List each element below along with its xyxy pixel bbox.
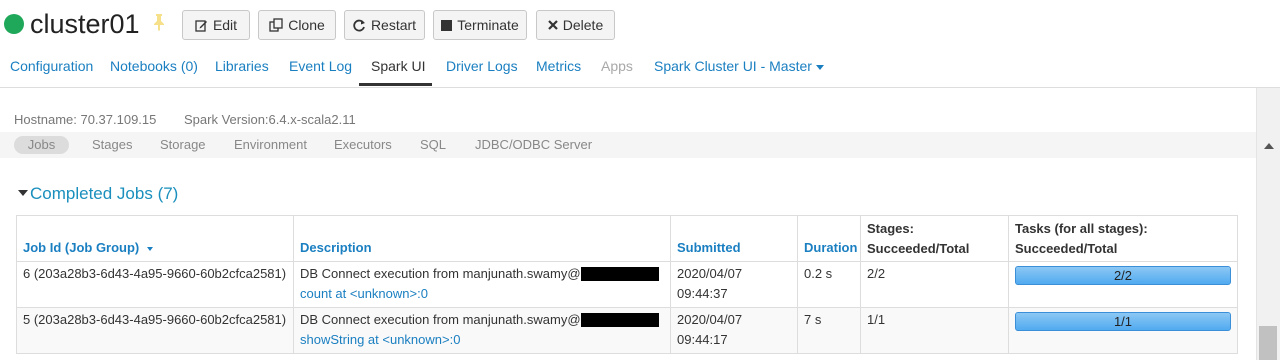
spark-nav-jobs[interactable]: Jobs (14, 136, 69, 154)
delete-button[interactable]: Delete (536, 10, 615, 40)
col-header-duration[interactable]: Duration (797, 215, 861, 262)
description-text: DB Connect execution from manjunath.swam… (300, 264, 664, 284)
col-header-tasks-line2: Succeeded/Total (1015, 241, 1118, 256)
tasks-cell: 2/2 (1008, 261, 1238, 308)
table-row: 5 (203a28b3-6d43-4a95-9660-60b2cfca2581)… (16, 307, 1238, 354)
col-header-submitted[interactable]: Submitted (670, 215, 798, 262)
cluster-status-indicator (4, 14, 24, 34)
scrollbar-thumb[interactable] (1259, 326, 1277, 360)
chevron-down-icon (815, 64, 824, 70)
scroll-up-arrow-icon[interactable] (1264, 143, 1274, 149)
submitted-date: 2020/04/07 (677, 266, 743, 281)
tab-spark-cluster-ui-label: Spark Cluster UI - Master (654, 58, 812, 74)
hostname-text: Hostname: 70.37.109.15 (14, 112, 157, 127)
stop-icon (441, 19, 453, 31)
tab-apps: Apps (601, 58, 633, 74)
completed-jobs-table: Job Id (Job Group) Description Submitted… (16, 215, 1238, 354)
tasks-cell: 1/1 (1008, 307, 1238, 354)
delete-button-label: Delete (562, 17, 604, 33)
clone-button[interactable]: Clone (258, 10, 336, 40)
description-cell: DB Connect execution from manjunath.swam… (293, 261, 671, 308)
job-id-cell: 5 (203a28b3-6d43-4a95-9660-60b2cfca2581) (16, 307, 294, 354)
cluster-header: cluster01 Edit Clone Restart Terminate D… (0, 0, 1280, 48)
edit-button-label: Edit (212, 17, 238, 33)
table-header-row: Job Id (Job Group) Description Submitted… (16, 215, 1238, 262)
close-icon (547, 20, 558, 30)
col-header-tasks: Tasks (for all stages): Succeeded/Total (1008, 215, 1238, 262)
stages-cell: 1/1 (860, 307, 1009, 354)
clone-icon (269, 18, 283, 32)
description-text-label: DB Connect execution from manjunath.swam… (300, 266, 581, 281)
description-text: DB Connect execution from manjunath.swam… (300, 310, 664, 330)
redacted-block (580, 266, 659, 281)
vertical-scrollbar[interactable] (1256, 88, 1280, 360)
duration-cell: 0.2 s (797, 261, 861, 308)
tasks-progress-label: 2/2 (1113, 268, 1133, 283)
job-id-cell: 6 (203a28b3-6d43-4a95-9660-60b2cfca2581) (16, 261, 294, 308)
tasks-progress-bar: 1/1 (1015, 312, 1231, 331)
tab-spark-ui[interactable]: Spark UI (371, 58, 425, 74)
edit-icon (195, 19, 208, 32)
col-header-stages-line2: Succeeded/Total (867, 241, 970, 256)
terminate-button-label: Terminate (457, 17, 519, 33)
tab-spark-cluster-ui-dropdown[interactable]: Spark Cluster UI - Master (654, 58, 824, 74)
job-detail-link[interactable]: count at <unknown>:0 (300, 284, 664, 304)
submitted-time: 09:44:17 (677, 332, 728, 347)
redacted-block (580, 312, 659, 327)
edit-button[interactable]: Edit (182, 10, 250, 40)
col-header-job-id[interactable]: Job Id (Job Group) (16, 215, 294, 262)
submitted-cell: 2020/04/07 09:44:17 (670, 307, 798, 354)
col-header-stages-line1: Stages: (867, 221, 914, 236)
restart-button[interactable]: Restart (344, 10, 425, 40)
completed-jobs-toggle[interactable]: Completed Jobs (7) (18, 184, 178, 204)
spark-version-text: Spark Version:6.4.x-scala2.11 (184, 112, 356, 127)
tasks-progress-bar: 2/2 (1015, 266, 1231, 285)
spark-nav-stages[interactable]: Stages (92, 137, 132, 152)
cluster-name: cluster01 (30, 9, 140, 39)
description-cell: DB Connect execution from manjunath.swam… (293, 307, 671, 354)
sort-desc-icon (147, 246, 154, 251)
spark-nav-environment[interactable]: Environment (234, 137, 307, 152)
table-row: 6 (203a28b3-6d43-4a95-9660-60b2cfca2581)… (16, 261, 1238, 308)
job-detail-link[interactable]: showString at <unknown>:0 (300, 330, 664, 350)
collapse-triangle-icon (18, 189, 28, 196)
completed-jobs-title: Completed Jobs (7) (30, 184, 179, 203)
col-header-stages: Stages: Succeeded/Total (860, 215, 1009, 262)
col-header-job-id-label: Job Id (Job Group) (23, 240, 140, 255)
spark-nav-sql[interactable]: SQL (420, 137, 446, 152)
duration-cell: 7 s (797, 307, 861, 354)
col-header-tasks-line1: Tasks (for all stages): (1015, 221, 1148, 236)
pin-icon[interactable] (152, 13, 166, 31)
tab-metrics[interactable]: Metrics (536, 58, 581, 74)
tab-libraries[interactable]: Libraries (215, 58, 269, 74)
col-header-description[interactable]: Description (293, 215, 671, 262)
tab-driver-logs[interactable]: Driver Logs (446, 58, 518, 74)
tab-configuration[interactable]: Configuration (10, 58, 93, 74)
stages-cell: 2/2 (860, 261, 1009, 308)
restart-button-label: Restart (370, 17, 417, 33)
spark-nav-executors[interactable]: Executors (334, 137, 392, 152)
restart-icon (353, 19, 366, 32)
clone-button-label: Clone (288, 17, 325, 33)
tab-event-log[interactable]: Event Log (289, 58, 352, 74)
tasks-progress-label: 1/1 (1113, 314, 1133, 329)
submitted-cell: 2020/04/07 09:44:37 (670, 261, 798, 308)
description-text-label: DB Connect execution from manjunath.swam… (300, 312, 581, 327)
cluster-tabs: Configuration Notebooks (0) Libraries Ev… (0, 48, 1280, 88)
active-tab-indicator (359, 83, 432, 86)
spark-nav-storage[interactable]: Storage (160, 137, 206, 152)
spark-nav-jdbc-odbc-server[interactable]: JDBC/ODBC Server (475, 137, 592, 152)
submitted-date: 2020/04/07 (677, 312, 743, 327)
tab-notebooks[interactable]: Notebooks (0) (110, 58, 198, 74)
terminate-button[interactable]: Terminate (433, 10, 527, 40)
spark-ui-nav: Jobs Stages Storage Environment Executor… (0, 132, 1256, 158)
submitted-time: 09:44:37 (677, 286, 728, 301)
